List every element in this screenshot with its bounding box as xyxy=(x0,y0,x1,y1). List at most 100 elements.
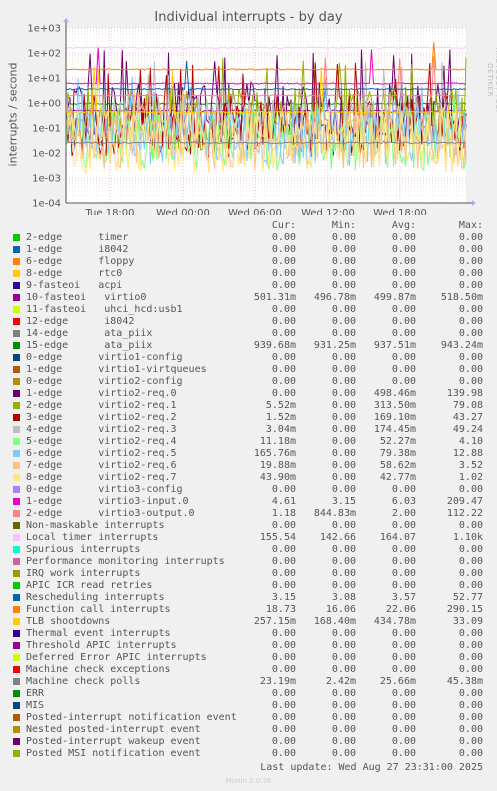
legend-series-name: Posted-interrupt wakeup event xyxy=(26,736,201,747)
legend-value-max: 0.00 xyxy=(458,304,483,315)
legend-value-avg: 434.78m xyxy=(373,616,416,627)
legend-row: Thermal event interrupts 0.00 0.00 0.00 0.00 xyxy=(0,628,497,640)
legend-swatch xyxy=(13,534,20,541)
legend-row: IRQ work interrupts 0.00 0.00 0.00 0.00 xyxy=(0,568,497,580)
legend-row: 0-edge virtio3-config 0.00 0.00 0.00 0.00 xyxy=(0,484,497,496)
y-tick-label: 1e-02 xyxy=(32,149,61,160)
legend-series-name: APIC ICR read retries xyxy=(26,580,153,591)
legend-value-max: 0.00 xyxy=(458,700,483,711)
legend-row: 5-edge virtio2-req.4 11.18m 0.00 52.27m 4.10 xyxy=(0,436,497,448)
legend-series-name: 14-edge ata_piix xyxy=(26,328,153,339)
legend-swatch xyxy=(13,306,20,313)
legend-swatch xyxy=(13,294,20,301)
legend-series-name: 15-edge ata_piix xyxy=(26,340,153,351)
legend-value-max: 0.00 xyxy=(458,268,483,279)
legend-swatch xyxy=(13,654,20,661)
legend-value-max: 0.00 xyxy=(458,736,483,747)
legend-series-name: 2-edge virtio2-req.1 xyxy=(26,400,177,411)
legend-value-avg: 0.00 xyxy=(391,724,416,735)
legend-swatch xyxy=(13,630,20,637)
y-tick-label: 1e-03 xyxy=(32,174,61,185)
legend-value-avg: 0.00 xyxy=(391,640,416,651)
legend-swatch xyxy=(13,510,20,517)
legend-value-max: 79.08 xyxy=(452,400,483,411)
legend-series-name: Threshold APIC interrupts xyxy=(26,640,177,651)
legend-swatch xyxy=(13,474,20,481)
legend-value-avg: 0.00 xyxy=(391,244,416,255)
legend-value-avg: 0.00 xyxy=(391,256,416,267)
legend-value-avg: 22.06 xyxy=(385,604,416,615)
legend-row: Rescheduling interrupts 3.15 3.08 3.57 52.77 xyxy=(0,592,497,604)
legend-swatch xyxy=(13,282,20,289)
legend-row: 1-edge virtio1-virtqueues 0.00 0.00 0.00 0.0… xyxy=(0,364,497,376)
legend-row: Deferred Error APIC interrupts 0.00 0.00 0.… xyxy=(0,652,497,664)
legend-value-max: 0.00 xyxy=(458,688,483,699)
legend-value-avg: 164.07 xyxy=(379,532,416,543)
legend-value-max: 0.00 xyxy=(458,664,483,675)
legend-value-avg: 0.00 xyxy=(391,364,416,375)
legend-swatch xyxy=(13,234,20,241)
legend-value-avg: 0.00 xyxy=(391,232,416,243)
legend-swatch xyxy=(13,582,20,589)
legend-value-max: 1.10k xyxy=(452,532,483,543)
legend-value-max: 112.22 xyxy=(446,508,483,519)
legend-row: 15-edge ata_piix 939.68m 931.25m 937.51m 943… xyxy=(0,340,497,352)
y-tick-label: 1e-01 xyxy=(32,124,61,135)
legend-swatch xyxy=(13,438,20,445)
legend-value-avg: 0.00 xyxy=(391,520,416,531)
legend-value-max: 139.98 xyxy=(446,388,483,399)
legend-value-avg: 498.46m xyxy=(373,388,416,399)
legend-series-name: 6-edge floppy xyxy=(26,256,135,267)
legend-swatch xyxy=(13,498,20,505)
legend-value-max: 0.00 xyxy=(458,328,483,339)
legend-swatch xyxy=(13,558,20,565)
legend-swatch xyxy=(13,594,20,601)
legend-series-name: IRQ work interrupts xyxy=(26,568,141,579)
legend-row: Posted-interrupt notification event 0.00 0… xyxy=(0,712,497,724)
legend-row: 8-edge rtc0 0.00 0.00 0.00 0.00 xyxy=(0,268,497,280)
legend-value-max: 12.88 xyxy=(452,448,483,459)
y-tick-label: 1e-04 xyxy=(32,199,61,210)
legend-swatch xyxy=(13,618,20,625)
legend-swatch xyxy=(13,714,20,721)
legend-series-name: 0-edge virtio2-config xyxy=(26,376,183,387)
legend-value-max: 52.77 xyxy=(452,592,483,603)
legend-row: 7-edge virtio2-req.6 19.88m 0.00 58.62m 3.52 xyxy=(0,460,497,472)
legend-row: Threshold APIC interrupts 0.00 0.00 0.00 0.0… xyxy=(0,640,497,652)
legend-series-name: Machine check polls xyxy=(26,676,141,687)
legend-row: 4-edge virtio2-req.3 3.04m 0.00 174.45m 49.2… xyxy=(0,424,497,436)
legend-value-max: 1.02 xyxy=(458,472,483,483)
legend-row: Machine check polls 23.19m 2.42m 25.66m 45.3… xyxy=(0,676,497,688)
legend-series-name: Thermal event interrupts xyxy=(26,628,171,639)
legend-swatch xyxy=(13,678,20,685)
y-tick-label: 1e+01 xyxy=(27,74,61,85)
legend-value-max: 0.00 xyxy=(458,256,483,267)
legend-value-max: 0.00 xyxy=(458,580,483,591)
legend-row: 14-edge ata_piix 0.00 0.00 0.00 0.00 xyxy=(0,328,497,340)
legend-value-max: 0.00 xyxy=(458,376,483,387)
legend-swatch xyxy=(13,666,20,673)
legend-series-name: Local timer interrupts xyxy=(26,532,159,543)
legend-swatch xyxy=(13,426,20,433)
legend-value-avg: 0.00 xyxy=(391,352,416,363)
legend-value-avg: 0.00 xyxy=(391,748,416,759)
legend-row: Local timer interrupts 155.54 142.66 164.07… xyxy=(0,532,497,544)
legend-series-name: Non-maskable interrupts xyxy=(26,520,165,531)
legend-series-name: 3-edge virtio2-req.2 xyxy=(26,412,177,423)
legend-row: 6-edge virtio2-req.5 165.76m 0.00 79.38m 12.… xyxy=(0,448,497,460)
legend-swatch xyxy=(13,546,20,553)
legend-value-avg: 169.10m xyxy=(373,412,416,423)
legend-series-name: MIS xyxy=(26,700,45,711)
legend-header-avg: Avg: xyxy=(391,220,416,231)
legend-value-max: 0.00 xyxy=(458,316,483,327)
legend-swatch xyxy=(13,702,20,709)
legend-row: APIC ICR read retries 0.00 0.00 0.00 0.00 xyxy=(0,580,497,592)
legend-series-name: 10-fasteoi virtio0 xyxy=(26,292,147,303)
legend-value-avg: 79.38m xyxy=(379,448,416,459)
legend-value-avg: 0.00 xyxy=(391,280,416,291)
legend-value-avg: 0.00 xyxy=(391,304,416,315)
legend-swatch xyxy=(13,354,20,361)
x-tick-label: Tue 18:00 xyxy=(84,208,134,215)
legend-row: 3-edge virtio2-req.2 1.52m 0.00 169.10m 43.2… xyxy=(0,412,497,424)
legend-value-max: 0.00 xyxy=(458,280,483,291)
